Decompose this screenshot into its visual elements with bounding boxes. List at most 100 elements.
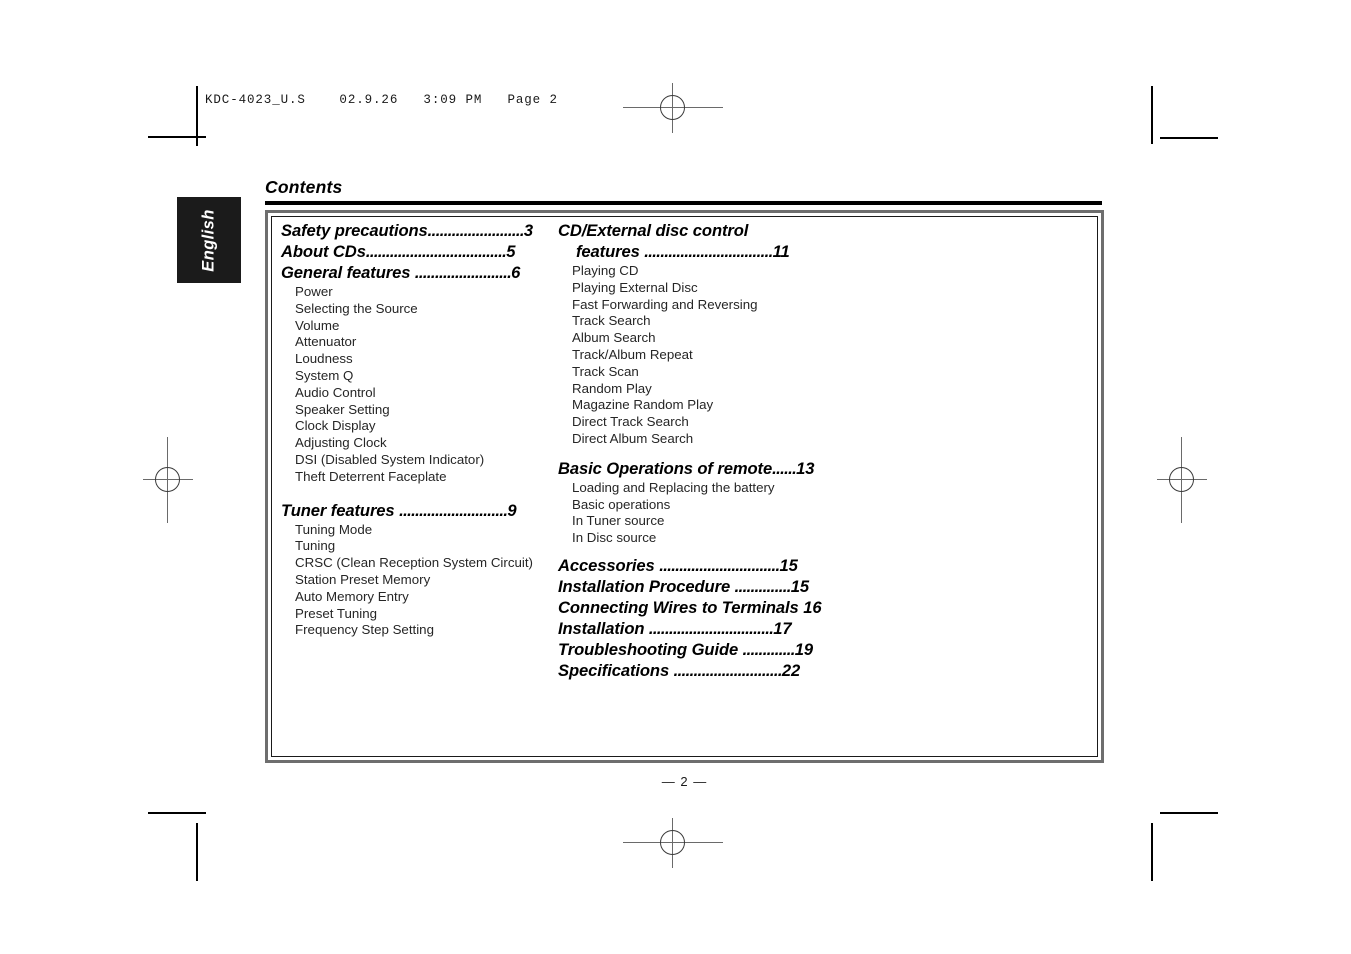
- toc-leader-dots: ...................................: [365, 242, 507, 261]
- toc-subitem[interactable]: Adjusting Clock: [281, 435, 581, 452]
- toc-subitem[interactable]: Auto Memory Entry: [281, 589, 581, 606]
- toc-entry-label: Basic Operations of remote: [558, 458, 773, 478]
- toc-subitem[interactable]: Album Search: [558, 330, 858, 347]
- toc-subitem[interactable]: Tuning Mode: [281, 522, 581, 539]
- toc-entry[interactable]: Specifications .........................…: [558, 660, 858, 681]
- toc-leader-dots: ........................: [414, 263, 512, 282]
- page-number: — 2 —: [661, 774, 708, 789]
- toc-entry[interactable]: General features .......................…: [281, 262, 581, 283]
- toc-leader-dots: ..............................: [659, 555, 780, 575]
- toc-leader-dots: ...........................: [673, 660, 783, 680]
- toc-entry-label: Connecting Wires to Terminals: [558, 597, 804, 617]
- toc-leader-dots: ................................: [644, 242, 773, 261]
- toc-entry-page: 17: [773, 618, 792, 638]
- toc-entry[interactable]: Accessories ............................…: [558, 555, 858, 576]
- crop-mark-top-right-horizontal: [1160, 137, 1218, 139]
- toc-entry-page: 6: [511, 263, 521, 282]
- toc-subitem[interactable]: Track/Album Repeat: [558, 347, 858, 364]
- toc-subitem[interactable]: Playing CD: [558, 263, 858, 280]
- toc-subitem[interactable]: Frequency Step Setting: [281, 622, 581, 639]
- toc-entry[interactable]: About CDs...............................…: [281, 241, 581, 262]
- toc-entry[interactable]: Tuner features .........................…: [281, 500, 581, 521]
- toc-subitem[interactable]: Tuning: [281, 538, 581, 555]
- toc-entry-page: 5: [506, 242, 516, 261]
- toc-subitem[interactable]: Loudness: [281, 351, 581, 368]
- toc-entry-label: CD/External disc control: [558, 221, 749, 240]
- toc-subitem[interactable]: Clock Display: [281, 418, 581, 435]
- toc-spacer: [281, 486, 581, 500]
- document-page: KDC-4023_U.S 02.9.26 3:09 PM Page 2 Engl…: [0, 0, 1351, 954]
- crop-mark-bottom-right-vertical: [1151, 823, 1153, 881]
- toc-subitem[interactable]: Direct Album Search: [558, 431, 858, 448]
- toc-subitem[interactable]: Volume: [281, 318, 581, 335]
- toc-subitem[interactable]: Playing External Disc: [558, 280, 858, 297]
- crop-mark-top-right-vertical: [1151, 86, 1153, 144]
- toc-entry-label: Accessories: [558, 555, 660, 575]
- toc-entry[interactable]: Basic Operations of remote......13: [558, 458, 858, 479]
- crop-mark-bottom-left-vertical: [196, 823, 198, 881]
- registration-mark-top: [623, 83, 723, 133]
- toc-leader-dots: ..............: [734, 576, 792, 596]
- toc-subitem[interactable]: CRSC (Clean Reception System Circuit): [281, 555, 581, 572]
- toc-entry-page: 15: [790, 576, 810, 596]
- toc-entry-label: Specifications: [558, 660, 674, 680]
- toc-subitem[interactable]: Speaker Setting: [281, 402, 581, 419]
- toc-entry[interactable]: CD/External disc control: [558, 220, 858, 241]
- toc-entry[interactable]: Connecting Wires to Terminals 16: [558, 597, 858, 618]
- toc-subitem[interactable]: Audio Control: [281, 385, 581, 402]
- registration-mark-right: [1157, 437, 1207, 523]
- toc-subitem[interactable]: Loading and Replacing the battery: [558, 480, 858, 497]
- toc-entry[interactable]: Installation Procedure ..............15: [558, 576, 858, 597]
- toc-subitem[interactable]: Track Scan: [558, 364, 858, 381]
- toc-entry[interactable]: Installation ...........................…: [558, 618, 858, 639]
- toc-entry-page: 13: [796, 458, 815, 478]
- toc-subitem[interactable]: Random Play: [558, 381, 858, 398]
- toc-entry-page: 9: [507, 500, 517, 520]
- toc-subitem[interactable]: In Tuner source: [558, 513, 858, 530]
- header-divider-rule: [196, 86, 198, 124]
- toc-subitem[interactable]: Fast Forwarding and Reversing: [558, 297, 858, 314]
- toc-subitem[interactable]: Preset Tuning: [281, 606, 581, 623]
- toc-entry-label: Installation Procedure: [558, 576, 735, 596]
- toc-entry-continuation[interactable]: features ...............................…: [558, 241, 858, 262]
- toc-subitem[interactable]: Selecting the Source: [281, 301, 581, 318]
- toc-subitem[interactable]: Station Preset Memory: [281, 572, 581, 589]
- toc-entry-label: Troubleshooting Guide: [558, 639, 743, 659]
- toc-entry-page: 15: [779, 555, 798, 575]
- toc-leader-dots: ......: [772, 458, 797, 478]
- toc-entry[interactable]: Safety precautions......................…: [281, 220, 581, 241]
- crop-mark-bottom-left-horizontal: [148, 812, 206, 814]
- toc-entry[interactable]: Troubleshooting Guide .............19: [558, 639, 858, 660]
- toc-entry-page: 16: [803, 597, 822, 617]
- page-title-underline: [265, 201, 1102, 205]
- toc-leader-dots: ...............................: [648, 618, 774, 638]
- page-title: Contents: [265, 177, 343, 197]
- toc-leader-dots: ...........................: [399, 500, 508, 520]
- toc-entry-label: Safety precautions: [281, 221, 428, 240]
- toc-subitem[interactable]: System Q: [281, 368, 581, 385]
- toc-entry-page: 3: [523, 221, 534, 240]
- toc-entry-label: Installation: [558, 618, 649, 638]
- toc-subitem[interactable]: Magazine Random Play: [558, 397, 858, 414]
- toc-subitem[interactable]: Power: [281, 284, 581, 301]
- toc-entry-label: Tuner features: [281, 500, 400, 520]
- toc-entry-label: General features: [281, 263, 415, 282]
- toc-subitem[interactable]: Track Search: [558, 313, 858, 330]
- toc-entry-page: 19: [794, 639, 814, 659]
- toc-subitem[interactable]: Theft Deterrent Faceplate: [281, 469, 581, 486]
- toc-subitem[interactable]: In Disc source: [558, 530, 858, 547]
- toc-leader-dots: ........................: [427, 221, 525, 240]
- file-header-text: KDC-4023_U.S 02.9.26 3:09 PM Page 2: [205, 93, 558, 107]
- toc-subitem[interactable]: DSI (Disabled System Indicator): [281, 452, 581, 469]
- registration-mark-bottom: [623, 818, 723, 868]
- toc-subitem[interactable]: Direct Track Search: [558, 414, 858, 431]
- language-tab-english: English: [177, 197, 241, 283]
- toc-subitem[interactable]: Basic operations: [558, 497, 858, 514]
- crop-mark-bottom-right-horizontal: [1160, 812, 1218, 814]
- crop-mark-top-left-horizontal: [148, 136, 206, 138]
- toc-entry-page: 11: [772, 242, 790, 261]
- toc-subitem[interactable]: Attenuator: [281, 334, 581, 351]
- toc-leader-dots: .............: [742, 639, 796, 659]
- toc-spacer: [558, 547, 858, 555]
- toc-entry-label: features: [576, 242, 645, 261]
